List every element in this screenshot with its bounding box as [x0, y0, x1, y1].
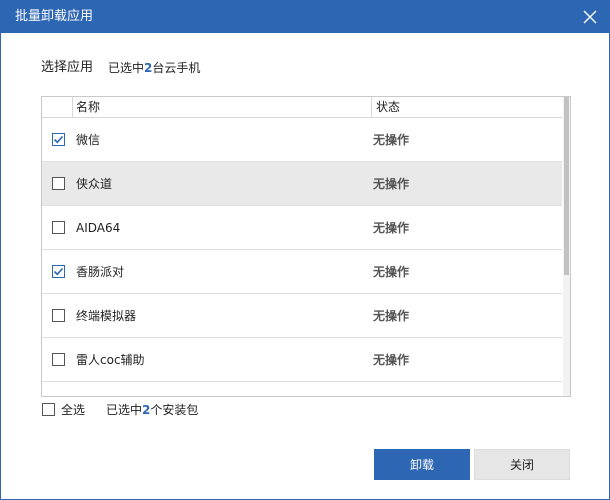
- title-bar: 批量卸载应用: [1, 1, 609, 33]
- table-row[interactable]: 香肠派对 无操作: [42, 250, 562, 294]
- app-status: 无操作: [373, 309, 410, 323]
- app-name: 微信: [76, 133, 101, 147]
- selected-phones-suffix: 台云手机: [152, 61, 201, 75]
- table-row[interactable]: 微信 无操作: [42, 118, 562, 162]
- close-button[interactable]: 关闭: [474, 449, 570, 480]
- app-name: AIDA64: [76, 221, 121, 235]
- column-header-name[interactable]: 名称: [73, 97, 372, 117]
- table-row[interactable]: 侠众道 无操作: [42, 162, 562, 206]
- app-status: 无操作: [373, 177, 410, 191]
- table-body: 微信 无操作 侠众道 无操作 AIDA64 无操作 香肠派对 无操作 终端模拟器 无操作 雷人coc…: [42, 118, 562, 382]
- batch-uninstall-dialog: 批量卸载应用 选择应用 已选中2台云手机 名称 状态 微信 无操作 侠众道 无操作 AI…: [0, 0, 610, 500]
- vertical-scrollbar[interactable]: [563, 97, 570, 396]
- checkmark-icon: [53, 135, 64, 144]
- scrollbar-thumb[interactable]: [564, 97, 569, 275]
- table-row[interactable]: AIDA64 无操作: [42, 206, 562, 250]
- column-header-status[interactable]: 状态: [373, 97, 562, 117]
- selected-packages-suffix: 个安装包: [150, 403, 199, 417]
- selected-phones-info: 已选中2台云手机: [108, 60, 200, 76]
- app-name: 侠众道: [76, 177, 113, 191]
- selected-packages-info: 已选中2个安装包: [106, 402, 198, 418]
- header-checkbox-column: [42, 97, 73, 117]
- row-checkbox[interactable]: [52, 133, 65, 146]
- row-checkbox[interactable]: [52, 177, 65, 190]
- table-header: 名称 状态: [42, 97, 562, 118]
- row-checkbox[interactable]: [52, 221, 65, 234]
- app-status: 无操作: [373, 265, 410, 279]
- table-row[interactable]: 雷人coc辅助 无操作: [42, 338, 562, 382]
- row-checkbox[interactable]: [52, 265, 65, 278]
- table-row[interactable]: 终端模拟器 无操作: [42, 294, 562, 338]
- app-name: 香肠派对: [76, 265, 125, 279]
- app-status: 无操作: [373, 221, 410, 235]
- app-list-table: 名称 状态 微信 无操作 侠众道 无操作 AIDA64 无操作 香肠派对 无操作 终端模拟器 无操…: [41, 96, 571, 397]
- row-checkbox[interactable]: [52, 309, 65, 322]
- row-checkbox[interactable]: [52, 353, 65, 366]
- select-all-checkbox[interactable]: [42, 403, 55, 416]
- select-apps-label: 选择应用: [41, 60, 94, 75]
- selected-packages-prefix: 已选中: [106, 403, 143, 417]
- app-status: 无操作: [373, 133, 410, 147]
- dialog-title: 批量卸载应用: [15, 9, 94, 24]
- app-name: 雷人coc辅助: [76, 353, 145, 367]
- select-all-label[interactable]: 全选: [61, 402, 85, 418]
- app-name: 终端模拟器: [76, 309, 137, 323]
- app-status: 无操作: [373, 353, 410, 367]
- close-icon: [583, 10, 597, 24]
- selected-phones-prefix: 已选中: [108, 61, 145, 75]
- uninstall-button[interactable]: 卸载: [374, 449, 470, 480]
- checkmark-icon: [53, 267, 64, 276]
- close-window-button[interactable]: [573, 2, 607, 32]
